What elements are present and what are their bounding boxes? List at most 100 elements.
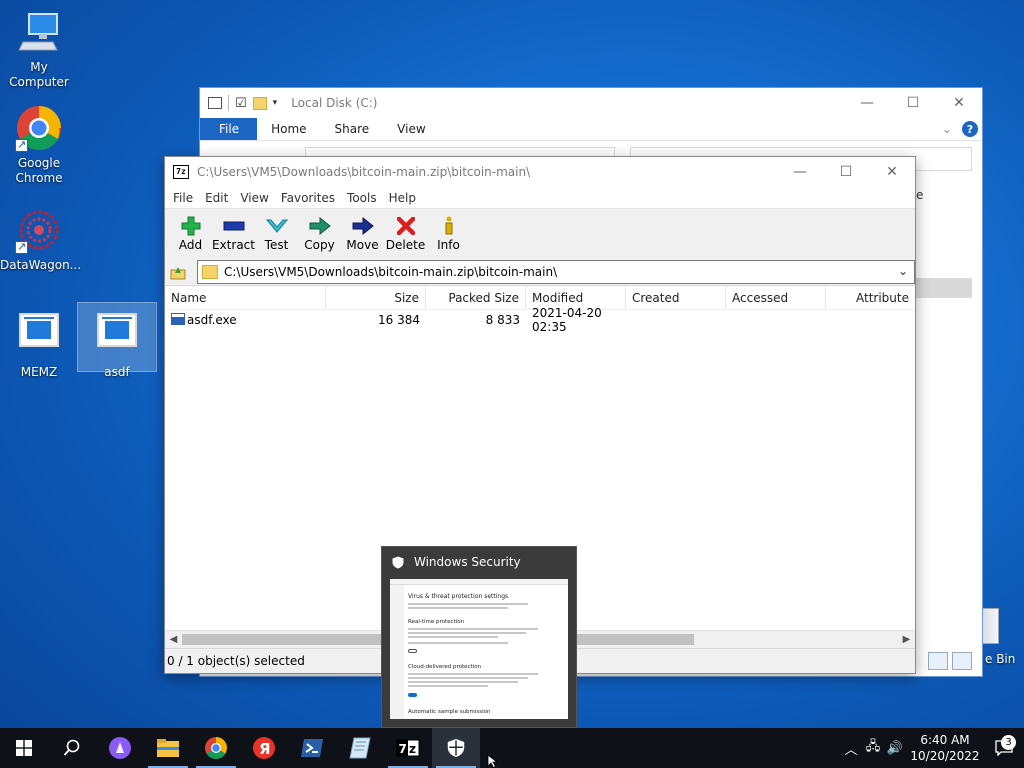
clock[interactable]: 6:40 AM 10/20/2022 <box>906 732 984 764</box>
taskbar-file-explorer[interactable] <box>144 728 192 768</box>
add-label: Add <box>178 238 203 252</box>
tab-share[interactable]: Share <box>321 118 384 140</box>
scroll-left-icon[interactable]: ◀ <box>165 631 182 648</box>
column-header-packed-size[interactable]: Packed Size <box>426 286 526 309</box>
explorer-titlebar[interactable]: ☑ ▾ Local Disk (C:) — ☐ ✕ <box>200 88 982 118</box>
column-header-name[interactable]: Name <box>165 286 326 309</box>
menu-tools[interactable]: Tools <box>341 191 383 205</box>
taskbar-yandex[interactable]: Я <box>240 728 288 768</box>
table-row[interactable]: asdf.exe 16 384 8 833 2021-04-20 02:35 <box>165 306 915 334</box>
network-icon[interactable]: 🖧 <box>862 737 884 759</box>
folder-icon[interactable] <box>252 96 267 110</box>
mouse-cursor-icon <box>487 754 499 768</box>
clock-date: 10/20/2022 <box>910 749 980 763</box>
copy-button[interactable]: Copy <box>298 209 341 259</box>
action-center-button[interactable]: 3 <box>984 735 1024 756</box>
system-tray: ︿ 🖧 🔊 6:40 AM 10/20/2022 3 <box>840 728 1024 768</box>
properties-icon[interactable] <box>208 97 222 109</box>
recycle-bin-icon <box>981 608 999 644</box>
up-folder-icon <box>170 267 186 280</box>
7zip-logo-icon: 7z <box>173 165 189 179</box>
mini-subheading: Automatic sample submission <box>408 709 491 715</box>
taskbar-chrome[interactable] <box>192 728 240 768</box>
move-icon <box>351 215 375 237</box>
shield-icon <box>392 556 404 568</box>
help-icon[interactable]: ? <box>962 121 978 137</box>
shield-icon <box>447 739 465 757</box>
tab-file[interactable]: File <box>200 118 258 140</box>
notification-count-badge: 3 <box>1001 735 1016 750</box>
minimize-button[interactable]: — <box>777 157 823 186</box>
taskbar-powershell[interactable] <box>288 728 336 768</box>
maximize-button[interactable]: ☐ <box>823 157 869 186</box>
maximize-button[interactable]: ☐ <box>890 88 936 117</box>
delete-button[interactable]: Delete <box>384 209 427 259</box>
menu-view[interactable]: View <box>234 191 274 205</box>
windows-logo-icon <box>16 740 32 756</box>
move-button[interactable]: Move <box>341 209 384 259</box>
dropdown-icon[interactable]: ▾ <box>273 98 278 108</box>
thumbnail-preview-image: Virus & threat protection settings Real-… <box>390 579 568 719</box>
extract-button[interactable]: Extract <box>212 209 255 259</box>
details-view-icon[interactable] <box>928 652 948 670</box>
file-name: asdf.exe <box>187 313 237 327</box>
desktop-icon-memz[interactable]: MEMZ <box>0 306 78 379</box>
taskbar-windows-security[interactable] <box>432 728 480 768</box>
window-title: Local Disk (C:) <box>291 96 378 110</box>
up-folder-button[interactable] <box>169 263 187 281</box>
svg-text:z: z <box>409 742 416 756</box>
show-hidden-icons-icon[interactable]: ︿ <box>840 739 862 758</box>
path-combobox[interactable]: C:\Users\VM5\Downloads\bitcoin-main.zip\… <box>197 260 915 284</box>
desktop-icon-asdf[interactable]: asdf <box>77 302 157 379</box>
large-icons-view-icon[interactable] <box>952 652 972 670</box>
close-button[interactable]: ✕ <box>936 88 982 117</box>
volume-icon[interactable]: 🔊 <box>884 741 906 756</box>
desktop-icon-datawagon[interactable]: DataWagon... <box>0 206 81 272</box>
taskbar-alice[interactable] <box>96 728 144 768</box>
info-icon <box>437 215 461 237</box>
chevron-down-icon[interactable]: ⌄ <box>898 264 908 278</box>
menu-edit[interactable]: Edit <box>199 191 234 205</box>
tab-view[interactable]: View <box>383 118 439 140</box>
test-icon <box>265 215 289 237</box>
datawagon-icon <box>15 206 63 254</box>
chevron-down-icon[interactable]: ⌄ <box>942 122 952 136</box>
info-label: Info <box>437 238 460 252</box>
menu-help[interactable]: Help <box>383 191 422 205</box>
taskbar-thumbnail-windows-security[interactable]: Windows Security Virus & threat protecti… <box>381 546 577 728</box>
svg-text:7: 7 <box>399 742 407 756</box>
taskbar-notepad[interactable] <box>336 728 384 768</box>
menu-favorites[interactable]: Favorites <box>275 191 341 205</box>
alice-icon <box>109 737 131 759</box>
column-header-partial: e <box>916 188 924 202</box>
test-button[interactable]: Test <box>255 209 298 259</box>
column-header-size[interactable]: Size <box>326 286 426 309</box>
start-button[interactable] <box>0 728 48 768</box>
column-header-accessed[interactable]: Accessed <box>726 286 826 309</box>
search-icon <box>63 739 80 756</box>
scroll-right-icon[interactable]: ▶ <box>898 631 915 648</box>
sevenzip-titlebar[interactable]: 7z C:\Users\VM5\Downloads\bitcoin-main.z… <box>165 157 915 187</box>
checkmark-icon[interactable]: ☑ <box>235 96 247 111</box>
ribbon-tabs: File Home Share View ⌄ ? <box>200 118 982 140</box>
add-button[interactable]: Add <box>169 209 212 259</box>
view-switcher <box>928 652 972 670</box>
close-button[interactable]: ✕ <box>869 157 915 186</box>
column-header-created[interactable]: Created <box>626 286 726 309</box>
minimize-button[interactable]: — <box>844 88 890 117</box>
desktop-icon-my-computer[interactable]: My Computer <box>0 8 78 89</box>
notepad-icon <box>349 737 371 759</box>
taskbar-7zip[interactable]: 7z <box>384 728 432 768</box>
column-header-attributes[interactable]: Attribute <box>826 286 915 309</box>
taskbar: Я 7z ︿ 🖧 🔊 6:40 AM 10/20/2022 3 <box>0 728 1024 768</box>
info-button[interactable]: Info <box>427 209 470 259</box>
svg-text:Я: Я <box>259 740 271 758</box>
7zip-icon: 7z <box>396 739 420 757</box>
menu-file[interactable]: File <box>167 191 199 205</box>
search-button[interactable] <box>48 728 96 768</box>
tab-home[interactable]: Home <box>257 118 320 140</box>
extract-label: Extract <box>212 238 255 252</box>
test-label: Test <box>264 238 289 252</box>
desktop-icon-google-chrome[interactable]: Google Chrome <box>0 104 78 186</box>
folder-icon <box>157 739 179 757</box>
